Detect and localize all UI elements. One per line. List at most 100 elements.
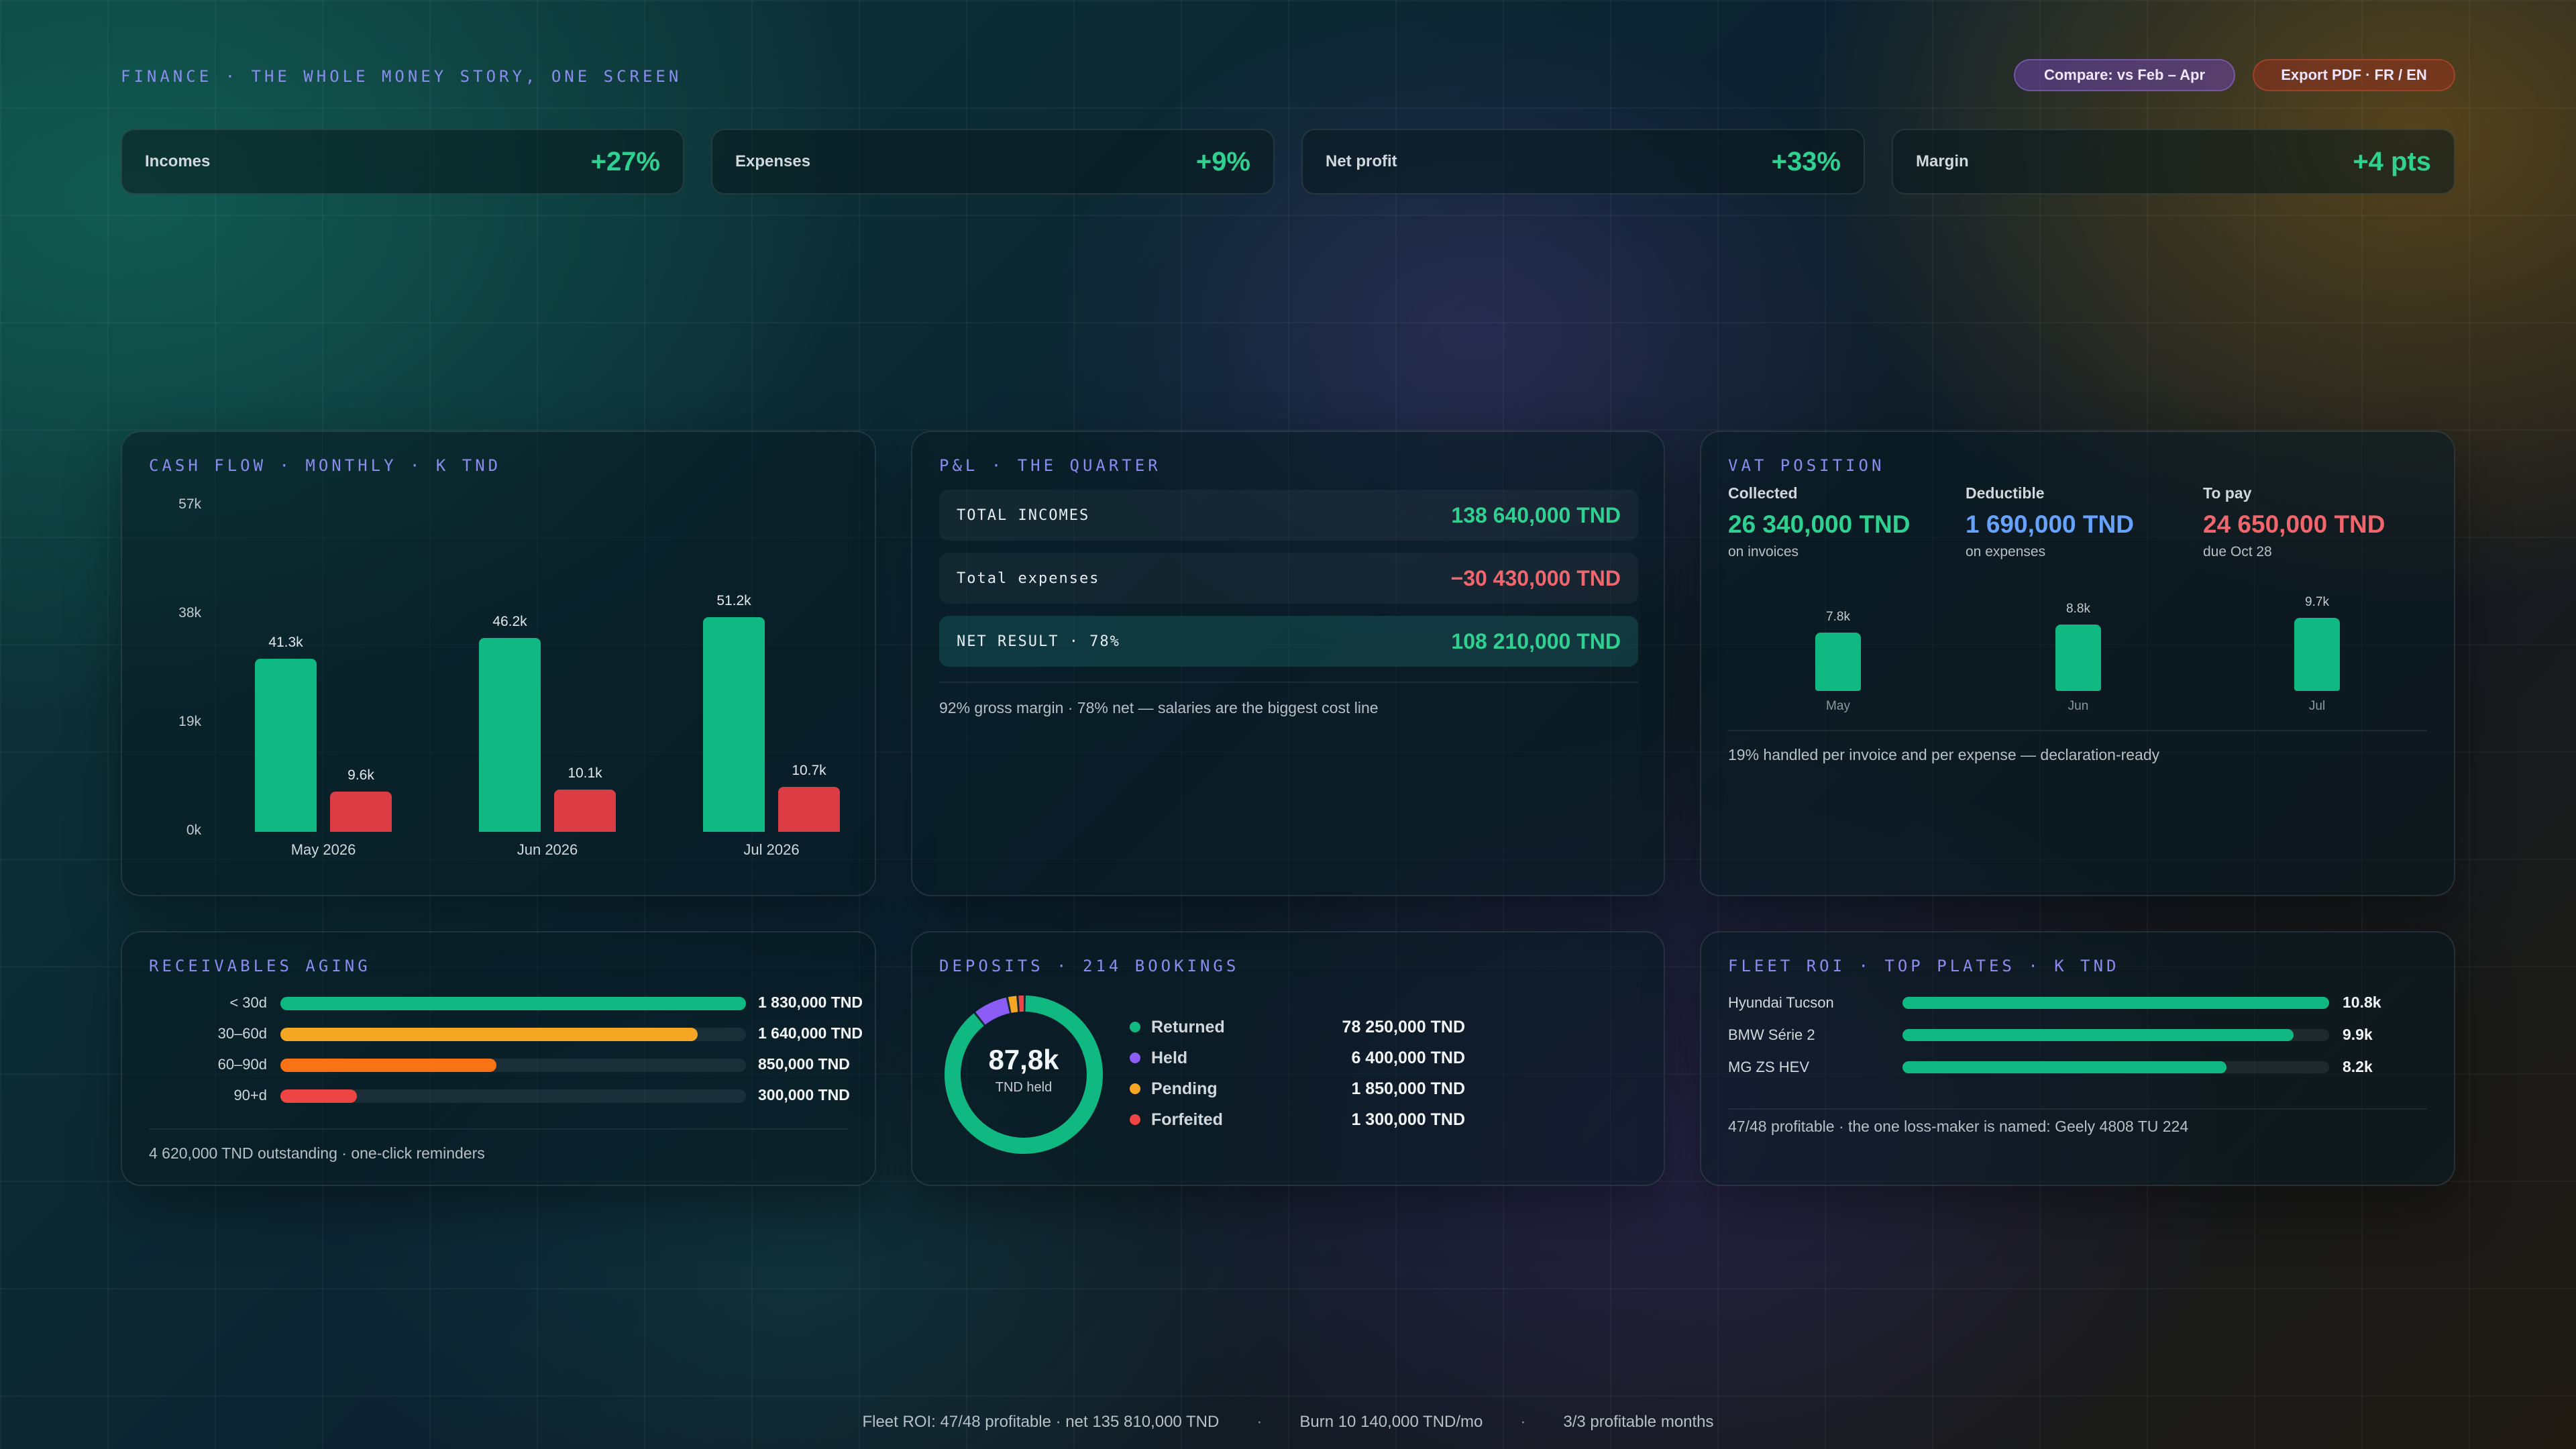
- pl-label: NET RESULT · 78%: [957, 633, 1120, 650]
- deposit-name: Returned: [1151, 1017, 1225, 1036]
- aging-bucket-label: < 30d: [229, 994, 267, 1011]
- vat-note: 19% handled per invoice and per expense …: [1728, 746, 2160, 763]
- deposit-name: Forfeited: [1151, 1110, 1223, 1129]
- vat-value: 1 690,000 TND: [1966, 511, 2134, 538]
- aging-track: [280, 1028, 746, 1041]
- vat-bar-month: Jun: [2068, 699, 2089, 713]
- aging-value: 1 830,000 TND: [758, 994, 863, 1011]
- aging-track: [280, 1059, 746, 1072]
- y-tick-label: 38k: [178, 605, 201, 621]
- x-tick-label: Jul 2026: [743, 841, 800, 858]
- x-tick-label: May 2026: [290, 841, 356, 858]
- footer-separator: ·: [1256, 1413, 1263, 1431]
- vat-sub: due Oct 28: [2203, 544, 2272, 559]
- kpi-label: Net profit: [1326, 152, 1397, 170]
- kpi-label: Incomes: [145, 152, 211, 170]
- bar-value-label: 51.2k: [716, 593, 751, 609]
- vat-bar-value: 8.8k: [2066, 602, 2090, 616]
- divider: [1728, 730, 2427, 731]
- bar-value-label: 10.7k: [792, 763, 826, 779]
- income-bar[interactable]: [255, 659, 317, 832]
- aging-value: 300,000 TND: [758, 1086, 850, 1104]
- vat-bar-month: Jul: [2308, 699, 2326, 713]
- kpi-value: +33%: [1771, 146, 1841, 176]
- cashflow-card: CASH FLOW · MONTHLY · K TND 57k 38k 19k …: [121, 431, 876, 896]
- footer-months: 3/3 profitable months: [1563, 1413, 1714, 1431]
- divider: [1728, 1108, 2427, 1110]
- y-tick-label: 57k: [178, 496, 201, 512]
- expense-bar[interactable]: [330, 792, 392, 832]
- export-pdf-button[interactable]: Export PDF · FR / EN: [2253, 59, 2455, 91]
- aging-note[interactable]: 4 620,000 TND outstanding · one-click re…: [149, 1144, 485, 1163]
- fleet-track: [1902, 1061, 2329, 1073]
- deposit-name: Pending: [1151, 1079, 1218, 1098]
- deposit-value: 1 300,000 TND: [1351, 1110, 1465, 1129]
- pl-card: P&L · THE QUARTER TOTAL INCOMES 138 640,…: [911, 431, 1665, 896]
- legend-dot: [1130, 1114, 1140, 1125]
- vat-bar[interactable]: [1815, 632, 1861, 691]
- fleet-fill[interactable]: [1902, 1061, 2226, 1073]
- deposit-value: 6 400,000 TND: [1351, 1048, 1465, 1067]
- fleet-fill[interactable]: [1902, 997, 2329, 1009]
- pl-value: −30 430,000 TND: [1450, 566, 1621, 590]
- kpi-card-expenses[interactable]: Expenses +9%: [711, 129, 1275, 195]
- compare-button[interactable]: Compare: vs Feb – Apr: [2014, 59, 2235, 91]
- aging-fill[interactable]: [280, 1059, 497, 1072]
- pl-value: 108 210,000 TND: [1451, 629, 1621, 653]
- footer-fleet: Fleet ROI: 47/48 profitable · net 135 81…: [862, 1413, 1220, 1431]
- expense-bar[interactable]: [778, 787, 840, 832]
- kpi-card-margin[interactable]: Margin +4 pts: [1892, 129, 2455, 195]
- vat-label: Collected: [1728, 484, 1798, 502]
- footer-summary: Fleet ROI: 47/48 profitable · net 135 81…: [0, 1413, 2576, 1432]
- pl-row-total-expenses: Total expenses −30 430,000 TND: [939, 553, 1638, 604]
- vat-sub: on invoices: [1728, 544, 1799, 559]
- vat-sub: on expenses: [1966, 544, 2046, 559]
- aging-fill[interactable]: [280, 1089, 357, 1103]
- deposit-row-forfeited: Forfeited 1 300,000 TND: [1130, 1110, 1465, 1130]
- aging-track: [280, 1089, 746, 1103]
- fleet-plate-label: Hyundai Tucson: [1728, 994, 1834, 1011]
- fleet-value: 8.2k: [2343, 1058, 2373, 1075]
- legend-dot: [1130, 1022, 1140, 1032]
- vat-bar-value: 9.7k: [2305, 595, 2329, 610]
- expense-bar[interactable]: [554, 789, 616, 832]
- card-title: CASH FLOW · MONTHLY · K TND: [149, 456, 502, 475]
- fleet-plate-label: MG ZS HEV: [1728, 1059, 1810, 1075]
- card-title: DEPOSITS · 214 BOOKINGS: [939, 957, 1240, 975]
- aging-fill[interactable]: [280, 997, 746, 1010]
- pl-value: 138 640,000 TND: [1451, 502, 1621, 527]
- vat-to-pay: To pay 24 650,000 TND due Oct 28: [2203, 484, 2385, 560]
- aging-fill[interactable]: [280, 1028, 698, 1041]
- kpi-value: +27%: [590, 146, 660, 176]
- y-tick-label: 0k: [186, 822, 201, 838]
- fleet-note: 47/48 profitable · the one loss-maker is…: [1728, 1118, 2189, 1135]
- kpi-value: +9%: [1195, 146, 1250, 176]
- vat-bar[interactable]: [2055, 625, 2101, 691]
- card-title: FLEET ROI · TOP PLATES · K TND: [1728, 957, 2120, 975]
- kpi-value: +4 pts: [2353, 146, 2431, 176]
- vat-bar-month: May: [1826, 699, 1850, 713]
- fleet-value: 9.9k: [2343, 1026, 2373, 1043]
- bar-value-label: 46.2k: [492, 614, 527, 630]
- pl-label: TOTAL INCOMES: [957, 506, 1090, 524]
- card-title: VAT POSITION: [1728, 456, 1885, 475]
- aging-bucket-label: 90+d: [233, 1087, 267, 1104]
- fleet-fill[interactable]: [1902, 1029, 2294, 1041]
- aging-bucket-label: 60–90d: [217, 1056, 267, 1073]
- aging-track: [280, 997, 746, 1010]
- income-bar[interactable]: [703, 617, 765, 832]
- vat-bar-value: 7.8k: [1826, 609, 1850, 624]
- y-tick-label: 19k: [178, 714, 201, 729]
- pl-note: 92% gross margin · 78% net — salaries ar…: [939, 699, 1379, 716]
- donut-center-value: 87,8k: [988, 1044, 1059, 1075]
- aging-value: 1 640,000 TND: [758, 1024, 863, 1042]
- fleet-plate-label: BMW Série 2: [1728, 1026, 1815, 1043]
- bar-value-label: 41.3k: [268, 635, 303, 651]
- kpi-card-incomes[interactable]: Incomes +27%: [121, 129, 684, 195]
- vat-bar[interactable]: [2294, 618, 2340, 691]
- income-bar[interactable]: [479, 638, 541, 832]
- vat-label: To pay: [2203, 484, 2252, 502]
- divider: [149, 1128, 848, 1130]
- bar-value-label: 10.1k: [568, 765, 602, 781]
- kpi-card-net-profit[interactable]: Net profit +33%: [1301, 129, 1865, 195]
